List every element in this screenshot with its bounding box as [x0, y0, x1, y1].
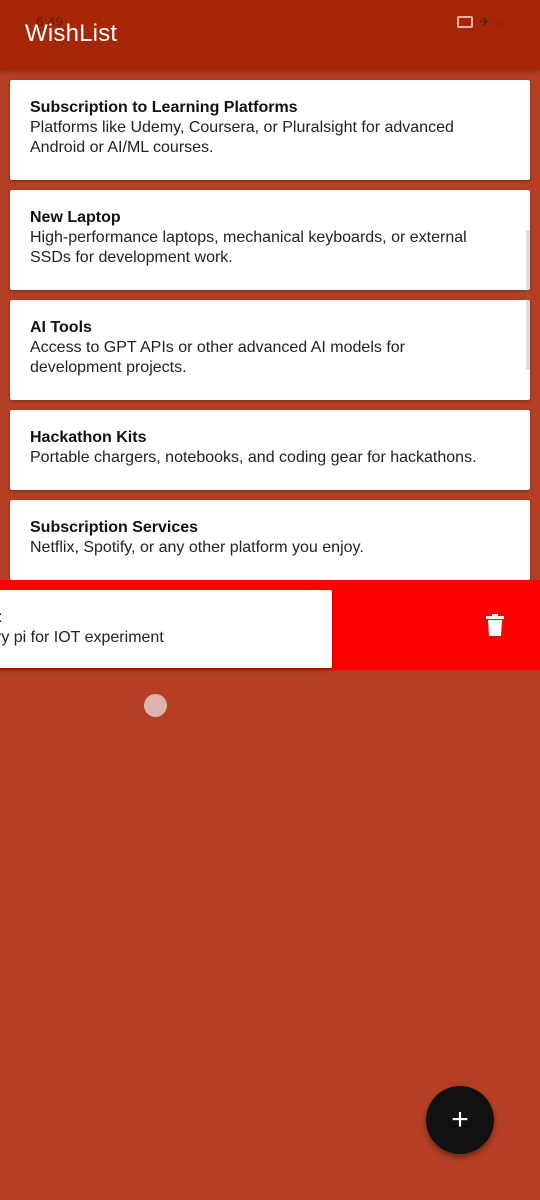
wish-item-description: Access to GPT APIs or other advanced AI … — [30, 339, 405, 356]
wish-item-title: Subscription to Learning Platforms — [30, 99, 298, 116]
plus-icon: + — [451, 1103, 469, 1136]
app-bar: 6:49 ✈ ◌ WishList — [0, 0, 540, 70]
status-icons: ✈ ◌ — [457, 14, 504, 30]
wish-item-card[interactable]: Subscription Services Netflix, Spotify, … — [10, 500, 530, 580]
wish-item-description: Android or AI/ML courses. — [30, 139, 214, 156]
airplane-icon: ✈ — [479, 14, 491, 29]
cast-icon — [457, 16, 474, 28]
wish-item-card[interactable]: New Laptop High-performance laptops, mec… — [10, 190, 530, 290]
wish-item-card[interactable]: AI Tools Access to GPT APIs or other adv… — [10, 300, 530, 400]
wish-item-description: High-performance laptops, mechanical key… — [30, 229, 467, 246]
wish-item-title: Subscription Services — [30, 519, 199, 536]
wish-item-title: t — [0, 608, 332, 628]
wish-item-title: AI Tools — [30, 319, 92, 336]
swiped-wish-item-card[interactable]: t ry pi for IOT experiment — [0, 590, 332, 668]
loading-icon: ◌ — [496, 14, 504, 29]
trash-icon[interactable] — [486, 614, 504, 636]
scrollbar[interactable] — [526, 230, 530, 370]
wish-item-card[interactable]: Hackathon Kits Portable chargers, notebo… — [10, 410, 530, 490]
wish-item-card[interactable]: Subscription to Learning Platforms Platf… — [10, 80, 530, 180]
wish-item-description: SSDs for development work. — [30, 249, 233, 266]
wish-item-title: New Laptop — [30, 209, 121, 226]
wish-item-description: Portable chargers, notebooks, and coding… — [30, 449, 477, 466]
add-wish-button[interactable]: + — [426, 1086, 494, 1154]
wishlist-screen: 6:49 ✈ ◌ WishList Subscription to Learni… — [0, 0, 540, 1200]
touch-indicator — [144, 694, 167, 717]
wish-item-description: Platforms like Udemy, Coursera, or Plura… — [30, 119, 454, 136]
wish-item-title: Hackathon Kits — [30, 429, 147, 446]
wish-item-description: development projects. — [30, 359, 187, 376]
app-title: WishList — [25, 20, 118, 47]
wish-item-description: Netflix, Spotify, or any other platform … — [30, 539, 364, 556]
wish-item-description: ry pi for IOT experiment — [0, 629, 164, 646]
